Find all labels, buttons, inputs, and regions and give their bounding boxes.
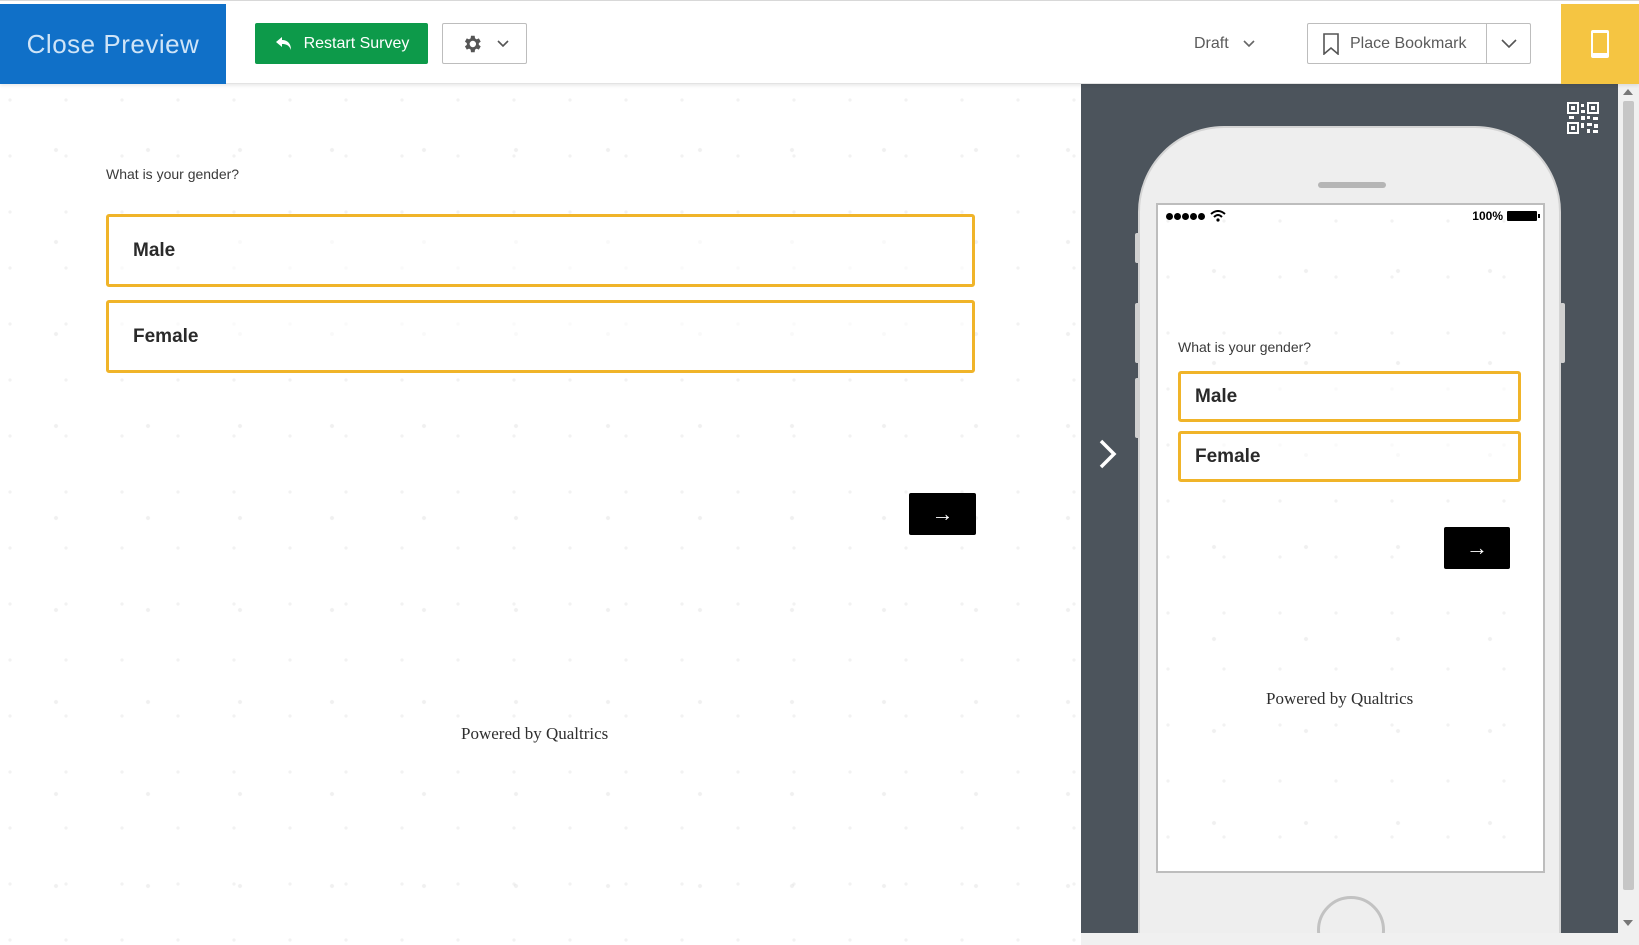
place-bookmark-button[interactable]: Place Bookmark [1308, 24, 1487, 63]
phone-side-button [1135, 233, 1140, 263]
chevron-down-icon [1500, 38, 1517, 48]
bookmark-dropdown-button[interactable] [1487, 24, 1530, 63]
mobile-choice-male[interactable]: Male [1178, 371, 1521, 422]
version-status-label: Draft [1194, 34, 1229, 52]
bookmark-icon [1323, 32, 1339, 55]
signal-dots-icon [1166, 212, 1205, 220]
phone-side-button [1560, 303, 1565, 363]
wifi-icon [1210, 210, 1226, 222]
collapse-mobile-preview-button[interactable] [1093, 434, 1123, 474]
undo-arrow-icon [275, 36, 291, 50]
phone-screen: 100% What is your gender? Male Female → … [1156, 203, 1545, 873]
phone-speaker [1318, 182, 1386, 188]
restart-survey-button[interactable]: Restart Survey [255, 23, 428, 64]
desktop-survey-preview: What is your gender? Male Female → Power… [0, 84, 1081, 945]
scroll-down-arrow-icon[interactable] [1623, 920, 1633, 926]
settings-dropdown-button[interactable] [442, 23, 527, 64]
mobile-question-text: What is your gender? [1178, 339, 1312, 355]
choice-male[interactable]: Male [106, 214, 975, 287]
close-preview-button[interactable]: Close Preview [0, 4, 226, 84]
place-bookmark-label: Place Bookmark [1350, 34, 1467, 52]
vertical-scrollbar[interactable] [1618, 84, 1639, 933]
phone-status-bar: 100% [1158, 205, 1543, 227]
powered-by-qualtrics: Powered by Qualtrics [461, 724, 609, 743]
version-status-dropdown[interactable]: Draft [1194, 23, 1255, 64]
chevron-down-icon [496, 39, 509, 47]
gear-icon [464, 35, 481, 52]
question-text: What is your gender? [106, 166, 240, 182]
mobile-preview-toggle[interactable] [1561, 4, 1639, 84]
phone-home-button [1317, 896, 1385, 933]
scroll-up-arrow-icon[interactable] [1623, 89, 1633, 95]
phone-side-button [1135, 378, 1140, 438]
battery-indicator: 100% [1472, 209, 1540, 223]
mobile-next-button[interactable]: → [1444, 527, 1510, 569]
horizontal-scrollbar[interactable] [1081, 933, 1639, 945]
preview-toolbar: Close Preview Restart Survey Draft Place… [0, 4, 1639, 84]
mobile-choice-female[interactable]: Female [1178, 431, 1521, 482]
chevron-down-icon [1243, 39, 1255, 47]
chevron-right-icon [1099, 439, 1117, 469]
mobile-phone-icon [1591, 30, 1609, 58]
battery-percent: 100% [1472, 209, 1503, 223]
phone-side-button [1135, 303, 1140, 363]
signal-indicator [1166, 210, 1226, 222]
qr-code-icon[interactable] [1567, 102, 1599, 134]
restart-survey-label: Restart Survey [303, 34, 410, 52]
battery-icon [1507, 211, 1540, 221]
mobile-preview-panel: 100% What is your gender? Male Female → … [1081, 84, 1618, 933]
mobile-powered-by-qualtrics: Powered by Qualtrics [1266, 689, 1414, 708]
phone-frame: 100% What is your gender? Male Female → … [1135, 126, 1565, 933]
place-bookmark-button-group: Place Bookmark [1307, 23, 1531, 64]
scrollbar-thumb[interactable] [1623, 101, 1634, 890]
next-button[interactable]: → [909, 493, 976, 535]
choice-female[interactable]: Female [106, 300, 975, 373]
